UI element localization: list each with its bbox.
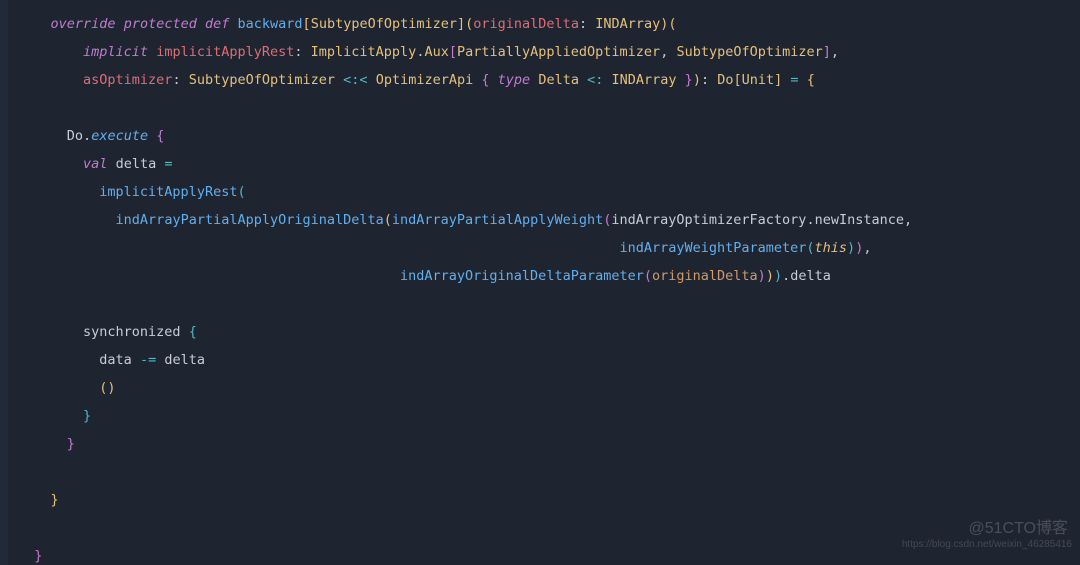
code-line: implicit implicitApplyRest: ImplicitAppl… bbox=[18, 44, 839, 60]
param-name: asOptimizer bbox=[83, 72, 172, 88]
type: Do bbox=[717, 72, 733, 88]
keyword-protected: protected bbox=[124, 16, 197, 32]
operator: <:< bbox=[343, 72, 367, 88]
operator: = bbox=[790, 72, 798, 88]
keyword-override: override bbox=[51, 16, 116, 32]
keyword-type: type bbox=[498, 72, 531, 88]
code-line: () bbox=[18, 380, 116, 396]
param-name: implicitApplyRest bbox=[156, 44, 294, 60]
code-line: Do.execute { bbox=[18, 128, 164, 144]
type: SubtypeOfOptimizer bbox=[676, 44, 822, 60]
keyword-val: val bbox=[83, 156, 107, 172]
fn-call: indArrayPartialApplyOriginalDelta bbox=[116, 212, 384, 228]
fn-call: indArrayPartialApplyWeight bbox=[392, 212, 603, 228]
identifier: data bbox=[99, 352, 132, 368]
type: ImplicitApply bbox=[311, 44, 417, 60]
code-line: indArrayWeightParameter(this)), bbox=[18, 240, 871, 256]
type: SubtypeOfOptimizer bbox=[189, 72, 335, 88]
code-line: asOptimizer: SubtypeOfOptimizer <:< Opti… bbox=[18, 72, 815, 88]
type-param: SubtypeOfOptimizer bbox=[311, 16, 457, 32]
method-name: backward bbox=[238, 16, 303, 32]
operator: -= bbox=[140, 352, 156, 368]
identifier: synchronized bbox=[83, 324, 181, 340]
operator: <: bbox=[587, 72, 603, 88]
fn-call: indArrayWeightParameter bbox=[619, 240, 806, 256]
val-name: delta bbox=[116, 156, 157, 172]
keyword-def: def bbox=[205, 16, 229, 32]
identifier: Do bbox=[67, 128, 83, 144]
code-block: override protected def backward[SubtypeO… bbox=[0, 0, 1080, 565]
code-line: synchronized { bbox=[18, 324, 197, 340]
type: PartiallyAppliedOptimizer bbox=[457, 44, 660, 60]
identifier: indArrayOptimizerFactory bbox=[611, 212, 806, 228]
code-line bbox=[18, 464, 26, 480]
identifier: delta bbox=[790, 268, 831, 284]
code-line: implicitApplyRest( bbox=[18, 184, 246, 200]
type: INDArray bbox=[612, 72, 677, 88]
fn-call: implicitApplyRest bbox=[99, 184, 237, 200]
fn-call: indArrayOriginalDeltaParameter bbox=[400, 268, 644, 284]
gutter-bar bbox=[0, 0, 8, 565]
type: OptimizerApi bbox=[376, 72, 474, 88]
param-name: originalDelta bbox=[473, 16, 579, 32]
identifier: newInstance bbox=[815, 212, 904, 228]
code-line: indArrayPartialApplyOriginalDelta(indArr… bbox=[18, 212, 912, 228]
argument: originalDelta bbox=[652, 268, 758, 284]
type: Aux bbox=[424, 44, 448, 60]
code-line: } bbox=[18, 436, 75, 452]
code-line bbox=[18, 296, 26, 312]
code-line: override protected def backward[SubtypeO… bbox=[18, 16, 677, 32]
identifier: delta bbox=[164, 352, 205, 368]
keyword-implicit: implicit bbox=[83, 44, 148, 60]
code-line: } bbox=[18, 492, 59, 508]
operator: = bbox=[164, 156, 172, 172]
code-line: } bbox=[18, 408, 91, 424]
code-line: val delta = bbox=[18, 156, 172, 172]
code-line: indArrayOriginalDeltaParameter(originalD… bbox=[18, 268, 831, 284]
type: Unit bbox=[742, 72, 775, 88]
code-line bbox=[18, 520, 26, 536]
method-call: execute bbox=[91, 128, 148, 144]
code-line: data -= delta bbox=[18, 352, 205, 368]
watermark-csdn: https://blog.csdn.net/weixin_46285416 bbox=[902, 531, 1072, 559]
type: INDArray bbox=[595, 16, 660, 32]
code-line: } bbox=[18, 548, 42, 564]
code-line bbox=[18, 100, 26, 116]
type: Delta bbox=[538, 72, 579, 88]
keyword-this: this bbox=[815, 240, 848, 256]
